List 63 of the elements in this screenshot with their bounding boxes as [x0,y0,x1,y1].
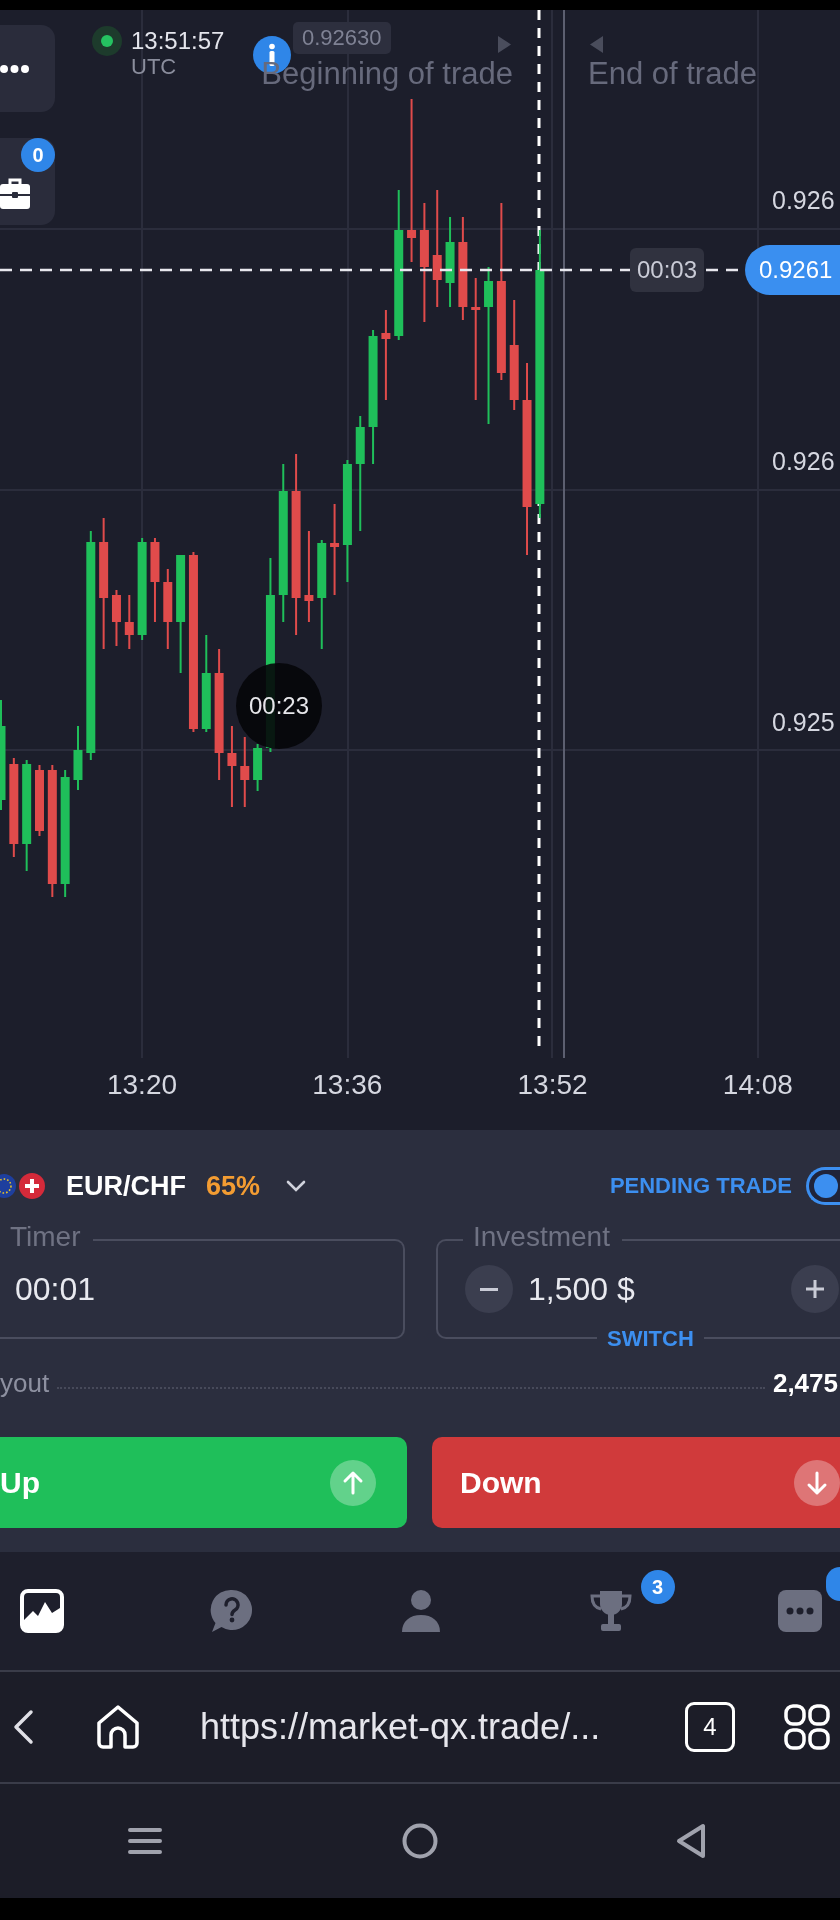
help-icon [209,1589,254,1633]
chevron-down-icon[interactable] [286,1180,307,1192]
time-axis-label: 13:20 [105,1070,179,1100]
arrow-up-icon [330,1459,376,1506]
rising-candle [253,743,263,792]
clock-time: 13:51:57 [131,27,225,54]
eu-flag-icon [0,1173,16,1199]
investment-field[interactable]: Investment 1,500 $ SWITCH [436,1222,840,1352]
back-icon[interactable] [12,1709,34,1745]
grid-icon[interactable] [784,1704,830,1750]
swiss-flag-icon [19,1173,45,1199]
person-icon [399,1589,443,1633]
rising-candle [73,725,83,791]
falling-candle [124,594,134,650]
menu-button[interactable] [0,25,55,112]
trophy-icon [588,1589,633,1633]
url-text[interactable]: https://market-qx.trade/... [200,1707,601,1747]
timer-field[interactable]: Timer 00:01 [0,1222,405,1339]
candle-timer: 00:23 [236,663,322,749]
asset-payout: 65% [206,1170,261,1202]
trades-button[interactable]: 0 [0,138,55,225]
triangle-left-icon [590,36,603,53]
falling-candle [240,736,250,808]
plus-icon [806,1280,824,1298]
dots-icon [0,64,29,73]
nav-tab[interactable] [18,1589,66,1633]
count-badge: 3 [640,1570,675,1604]
time-axis-label: 14:08 [721,1070,794,1100]
chart-icon [20,1589,64,1633]
asset-name[interactable]: EUR/CHF [66,1170,186,1202]
price-axis-label: 0.926 [772,186,835,214]
price-axis-label: 0.926 [772,447,835,475]
payout-label: yout [0,1368,50,1398]
time-axis-label: 13:36 [311,1070,384,1100]
current-price-tag: 0.9261 [745,245,840,295]
hover-price-tag: 0.92630 [293,22,391,54]
status-dot-icon [92,26,122,56]
home-icon[interactable] [94,1703,142,1751]
arrow-down-icon [794,1459,840,1506]
pending-trade-label: PENDING TRADE [609,1173,792,1199]
count-badge: 0 [21,138,55,172]
trade-marker-label: End of trade [588,57,757,91]
falling-candle [111,589,121,647]
menu-icon[interactable] [128,1827,162,1855]
home-circle-icon[interactable] [402,1823,438,1859]
payout-value: 2,475 [772,1368,838,1398]
down-button[interactable]: Down [432,1437,840,1528]
increase-button[interactable] [791,1265,839,1313]
timer-value: 00:01 [15,1271,96,1307]
briefcase-icon [0,176,30,209]
trade-marker-label: Beginning of trade [261,57,513,91]
minus-icon [480,1287,498,1291]
countdown-tag: 00:03 [630,248,704,292]
price-axis-label: 0.925 [772,708,835,736]
time-axis-label: 13:52 [516,1070,589,1100]
investment-amount: 1,500 $ [528,1271,635,1307]
more-icon [778,1589,822,1633]
time-zone: UTC [131,54,178,79]
tab-count-button[interactable]: 4 [685,1702,735,1752]
triangle-right-icon [498,36,511,53]
decrease-button[interactable] [465,1265,513,1313]
back-triangle-icon[interactable] [676,1823,706,1859]
pending-trade-toggle[interactable] [806,1167,840,1205]
